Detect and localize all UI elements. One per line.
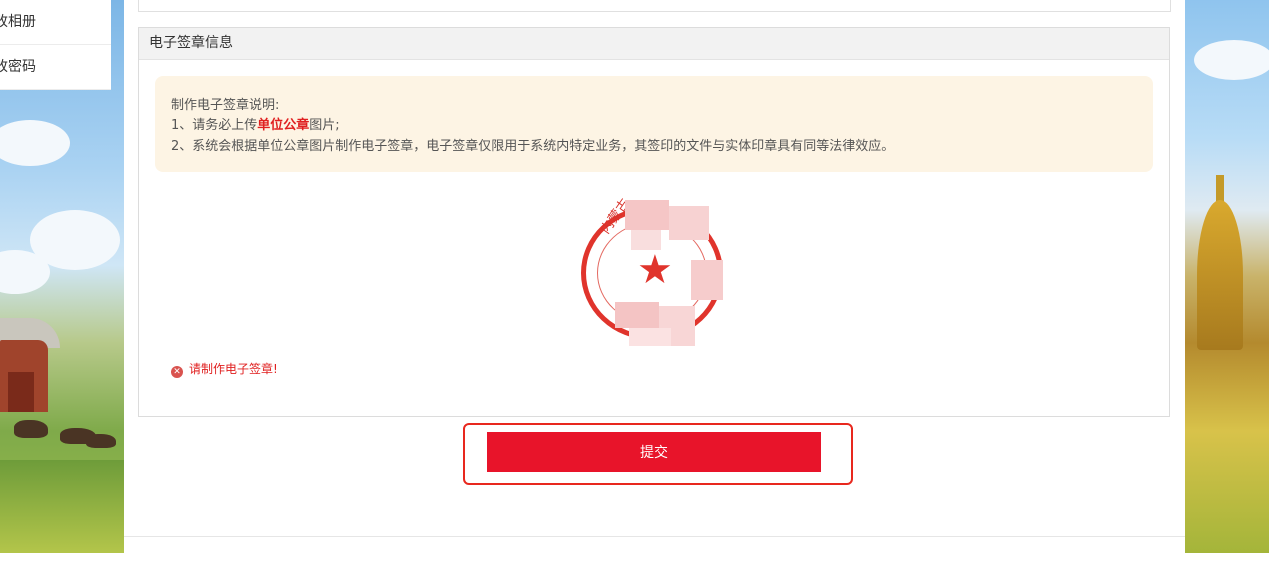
sidebar-item-label: 改密码 (0, 59, 36, 75)
notice-line-1: 1、请务必上传单位公章图片; (171, 114, 340, 133)
blur-block (625, 200, 669, 230)
notice-highlight: 单位公章 (257, 118, 310, 133)
sidebar: 改相册 改密码 (0, 0, 111, 90)
bottom-divider (124, 536, 1185, 537)
yurt-door (8, 372, 34, 412)
notice-heading: 制作电子签章说明: (171, 98, 280, 113)
e-signature-section: 电子签章信息 制作电子签章说明: 1、请务必上传单位公章图片; 2、系统会根据单… (138, 27, 1170, 417)
sidebar-item-album[interactable]: 改相册 (0, 0, 111, 45)
blur-block (691, 260, 723, 300)
blur-block (629, 328, 671, 346)
grassland (0, 460, 124, 553)
seal-image: 内蒙古 ★ (581, 196, 729, 348)
seal-star-icon: ★ (637, 247, 673, 293)
horse-icon (14, 420, 48, 438)
sidebar-item-password[interactable]: 改密码 (0, 45, 111, 90)
previous-section-box (138, 0, 1171, 12)
page-bottom (0, 553, 1269, 567)
horse-icon (86, 434, 116, 448)
blur-block (615, 302, 659, 328)
notice-line-1-prefix: 1、请务必上传 (171, 118, 258, 133)
error-text: 请制作电子签章! (189, 362, 278, 376)
notice-line-1-suffix: 图片; (309, 118, 340, 133)
notice-box: 制作电子签章说明: 1、请务必上传单位公章图片; 2、系统会根据单位公章图片制作… (155, 76, 1153, 172)
notice-line-2: 2、系统会根据单位公章图片制作电子签章，电子签章仅限用于系统内特定业务，其签印的… (171, 139, 895, 154)
blur-block (669, 206, 709, 240)
stupa (1197, 200, 1243, 350)
blur-block (631, 230, 661, 250)
sidebar-item-label: 改相册 (0, 14, 36, 30)
error-message: ✕ 请制作电子签章! (171, 360, 278, 378)
error-icon: ✕ (171, 366, 183, 378)
section-title: 电子签章信息 (139, 28, 1169, 60)
background-scenery-right (1184, 0, 1269, 553)
main-panel: 电子签章信息 制作电子签章说明: 1、请务必上传单位公章图片; 2、系统会根据单… (124, 0, 1185, 553)
submit-button[interactable]: 提交 (487, 432, 821, 472)
